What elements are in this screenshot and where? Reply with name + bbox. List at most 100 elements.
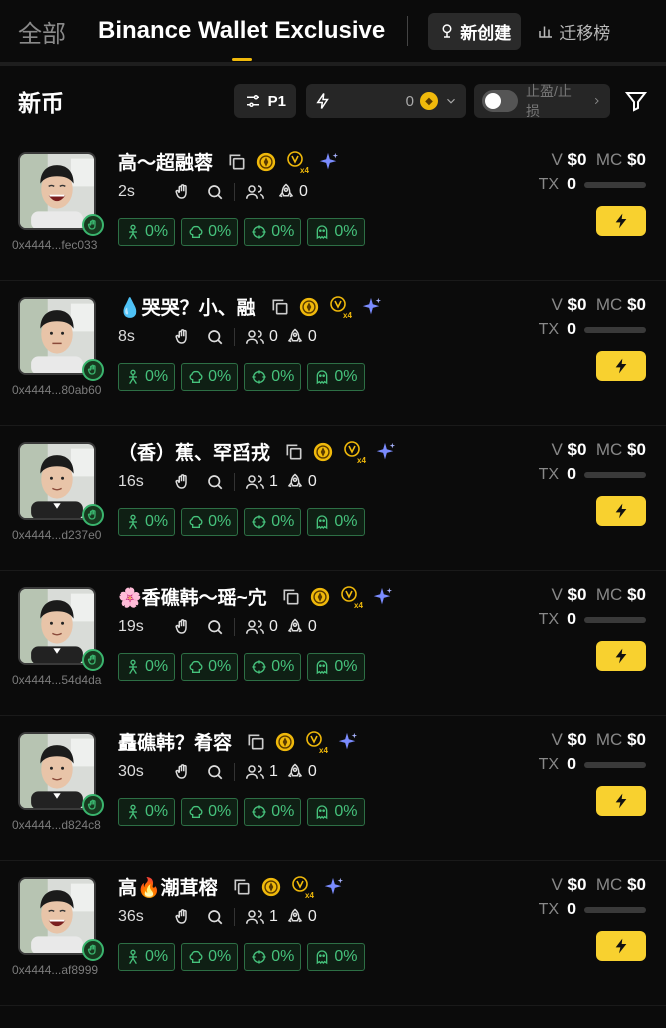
binance-coin-icon[interactable]	[298, 296, 320, 318]
token-row[interactable]: 0x4444...af8999 高🔥潮茸榕 x4 36s 1 0 0% 0% 0…	[0, 861, 666, 1006]
migration-ranking-label: 迁移榜	[559, 23, 611, 43]
token-row[interactable]: 0x4444...d237e0 （香）蕉、罕舀戎 x4 16s 1 0 0% 0…	[0, 426, 666, 571]
volume-marketcap: V $0 MC $0	[551, 875, 646, 894]
contract-address[interactable]: 0x4444...54d4da	[12, 673, 101, 687]
insiders-pill: 0%	[307, 508, 365, 536]
contract-address[interactable]: 0x4444...af8999	[12, 963, 98, 977]
search-icon[interactable]	[206, 183, 224, 201]
holders-stat: 0	[245, 328, 278, 346]
binance-coin-icon[interactable]	[274, 731, 296, 753]
token-name: 高～超融蓉	[118, 153, 214, 174]
pill-value: 0%	[334, 658, 358, 675]
sparkle-icon	[362, 297, 381, 314]
search-icon[interactable]	[206, 618, 224, 636]
preset-selector[interactable]: P1	[233, 84, 296, 118]
binance-coin-icon[interactable]	[260, 876, 282, 898]
divider	[234, 908, 235, 926]
rocket-icon	[287, 908, 303, 923]
contract-address[interactable]: 0x4444...fec033	[12, 238, 97, 252]
quick-buy-button[interactable]	[596, 786, 646, 816]
token-list: 0x4444...fec033 高～超融蓉 x4 2s 0 0% 0% 0% 0…	[0, 136, 666, 1006]
marketcap-value: $0	[627, 875, 646, 894]
insiders-pill: 0%	[307, 363, 365, 391]
token-row[interactable]: 0x4444...54d4da 🌸香礁韩～瑶~宂 x4 19s 0 0 0% 0…	[0, 571, 666, 716]
quick-buy-amount-input[interactable]: 0 ◆	[306, 84, 466, 118]
amount-value: 0	[405, 92, 414, 110]
tab-binance-wallet-exclusive[interactable]: Binance Wallet Exclusive	[98, 17, 385, 61]
migration-ranking-button[interactable]: 迁移榜	[537, 19, 610, 44]
token-row[interactable]: 0x4444...80ab60 💧哭哭？小、融 x4 8s 0 0 0% 0% …	[0, 281, 666, 426]
chef-hat-icon	[189, 370, 203, 383]
ghost-icon	[317, 515, 328, 530]
chef-hat-icon	[189, 950, 203, 963]
token-age: 16s	[118, 473, 144, 490]
pill-value: 0%	[208, 658, 232, 675]
token-age: 8s	[118, 328, 135, 345]
page-title: 新币	[18, 90, 64, 116]
search-icon[interactable]	[206, 763, 224, 781]
tab-all[interactable]: 全部	[18, 14, 66, 49]
search-icon[interactable]	[206, 328, 224, 346]
quick-buy-button[interactable]	[596, 496, 646, 526]
binance-coin-icon[interactable]	[312, 441, 334, 463]
quick-buy-button[interactable]	[596, 641, 646, 671]
search-icon[interactable]	[206, 908, 224, 926]
filter-icon[interactable]	[624, 89, 648, 113]
copy-icon[interactable]	[281, 587, 301, 607]
snipers-pill: 0%	[244, 653, 302, 681]
waving-hand-icon	[175, 184, 187, 199]
launches-stat: 0	[286, 908, 317, 926]
transactions: TX 0	[539, 901, 646, 919]
divider	[234, 618, 235, 636]
svg-text:x4: x4	[354, 601, 363, 609]
ghost-icon	[317, 805, 328, 820]
take-profit-stop-loss-toggle[interactable]: 止盈/止损	[474, 83, 610, 119]
copy-icon[interactable]	[284, 442, 304, 462]
transactions: TX 0	[539, 756, 646, 774]
next-row-partial	[0, 1016, 666, 1028]
volume-value: $0	[567, 875, 587, 894]
v-multiplier-badge-icon: x4	[306, 730, 328, 754]
toggle-switch[interactable]	[482, 90, 518, 112]
crosshair-icon	[252, 950, 266, 964]
crosshair-icon	[252, 225, 266, 239]
quick-buy-button[interactable]	[596, 351, 646, 381]
buy-sell-ratio-bar	[584, 327, 646, 333]
top10-holders-pill: 0%	[118, 363, 176, 391]
insiders-pill: 0%	[307, 218, 365, 246]
new-created-button[interactable]: 新创建	[428, 12, 522, 50]
insiders-pill: 0%	[307, 798, 365, 826]
copy-icon[interactable]	[227, 152, 247, 172]
ghost-icon	[317, 370, 328, 385]
contract-address[interactable]: 0x4444...d824c8	[12, 818, 101, 832]
binance-coin-icon[interactable]	[309, 586, 331, 608]
search-icon[interactable]	[206, 473, 224, 491]
pill-value: 0%	[145, 223, 169, 240]
sparkle-icon	[338, 732, 358, 749]
token-name: （香）蕉、罕舀戎	[118, 443, 271, 464]
token-row[interactable]: 0x4444...fec033 高～超融蓉 x4 2s 0 0% 0% 0% 0…	[0, 136, 666, 281]
svg-text:x4: x4	[305, 891, 314, 899]
copy-icon[interactable]	[232, 877, 252, 897]
binance-coin-icon[interactable]	[255, 151, 277, 173]
copy-icon[interactable]	[246, 732, 266, 752]
marketcap-value: $0	[627, 585, 646, 604]
waving-hand-badge-icon	[82, 504, 104, 526]
waving-hand-badge-icon	[82, 359, 104, 381]
token-age: 36s	[118, 908, 144, 925]
quick-buy-button[interactable]	[596, 931, 646, 961]
token-row[interactable]: 0x4444...d824c8 矗礁韩？肴容 x4 30s 1 0 0% 0% …	[0, 716, 666, 861]
copy-icon[interactable]	[270, 297, 290, 317]
pill-value: 0%	[145, 513, 169, 530]
buy-sell-ratio-bar	[584, 617, 646, 623]
crosshair-icon	[252, 660, 266, 674]
svg-text:x4: x4	[300, 166, 309, 174]
contract-address[interactable]: 0x4444...d237e0	[12, 528, 101, 542]
pill-value: 0%	[271, 368, 295, 385]
launches-count: 0	[307, 618, 317, 635]
holders-count: 0	[269, 618, 278, 635]
list-toolbar: 新币 P1 0 ◆ 止盈/止损	[0, 66, 666, 136]
chevron-down-icon[interactable]	[444, 94, 458, 108]
contract-address[interactable]: 0x4444...80ab60	[12, 383, 101, 397]
quick-buy-button[interactable]	[596, 206, 646, 236]
